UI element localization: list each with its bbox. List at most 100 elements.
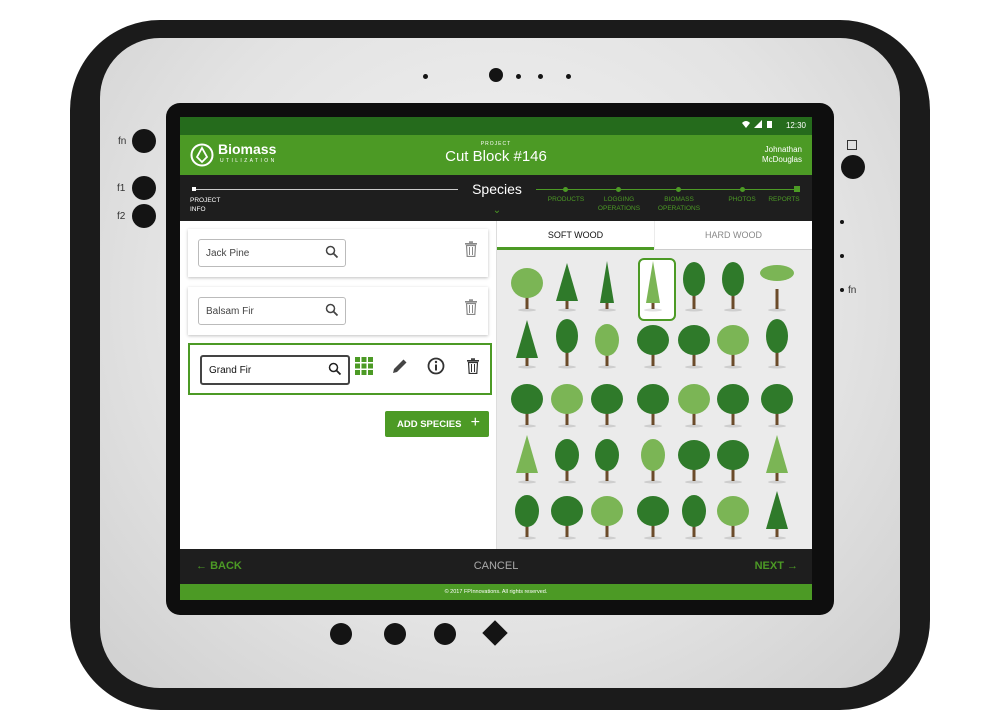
camera-dot (538, 74, 543, 79)
progress-steps: PROJECT INFO Species ⌄ PRODUCTS LOGGING … (180, 175, 812, 221)
tree-option-oval-icon[interactable] (547, 431, 587, 485)
chevron-down-icon[interactable]: ⌄ (490, 205, 504, 216)
tree-option-tall-icon[interactable] (674, 259, 714, 313)
trash-icon[interactable] (464, 241, 478, 257)
user-last-name: McDouglas (761, 155, 802, 164)
f2-button[interactable] (132, 204, 156, 228)
tree-option-round-icon[interactable] (757, 375, 797, 429)
tree-option-round-icon[interactable] (713, 375, 753, 429)
next-button[interactable]: NEXT → (755, 560, 798, 572)
f1-button[interactable] (132, 176, 156, 200)
camera-dot (516, 74, 521, 79)
step-photos[interactable]: PHOTOS (724, 195, 760, 204)
fn-button[interactable] (132, 129, 156, 153)
volume-down-button[interactable] (384, 623, 406, 645)
search-icon[interactable] (328, 362, 342, 376)
step-project-info[interactable]: PROJECT INFO (190, 196, 220, 214)
step-biomass-operations[interactable]: BIOMASS OPERATIONS (652, 195, 706, 213)
step-marker-project-info (192, 187, 196, 191)
camera-dot (566, 74, 571, 79)
scan-button[interactable] (841, 155, 865, 179)
grid-icon[interactable] (355, 357, 373, 375)
tree-option-oval-icon[interactable] (587, 316, 627, 370)
step-project-info-label: PROJECT INFO (190, 197, 221, 213)
app-header: Biomass UTILIZATION PROJECT Cut Block #1… (180, 135, 812, 175)
info-icon[interactable] (427, 357, 445, 375)
species-list-panel: Jack Pine Balsam Fir Grand Fir ADD SPECI… (180, 221, 497, 549)
species-search-field[interactable]: Grand Fir (200, 355, 350, 385)
user-first-name: Johnathan (764, 145, 802, 154)
tree-option-round-icon[interactable] (674, 375, 714, 429)
status-icons (741, 120, 772, 130)
steps-line-todo (536, 189, 798, 190)
search-icon[interactable] (325, 303, 339, 317)
power-button[interactable] (330, 623, 352, 645)
project-title: Cut Block #146 (445, 148, 547, 165)
step-dot-photos (740, 187, 745, 192)
app-screen: 12:30 Biomass UTILIZATION PROJECT Cut Bl… (180, 117, 812, 600)
tree-option-cone-icon[interactable] (757, 431, 797, 485)
step-products[interactable]: PRODUCTS (545, 195, 587, 204)
tree-option-tall-icon[interactable] (547, 316, 587, 370)
next-label: NEXT (754, 560, 784, 572)
trash-icon[interactable] (464, 299, 478, 315)
step-dot-biomass (676, 187, 681, 192)
tree-option-round-icon[interactable] (713, 431, 753, 485)
project-label: PROJECT (480, 141, 512, 147)
tree-option-round-icon[interactable] (587, 375, 627, 429)
step-logging-operations[interactable]: LOGGING OPERATIONS (592, 195, 646, 213)
scan-icon (847, 140, 857, 150)
tree-option-round-icon[interactable] (713, 487, 753, 541)
front-camera (489, 68, 503, 82)
cancel-button[interactable]: CANCEL (180, 560, 812, 572)
tab-hard-wood[interactable]: HARD WOOD (655, 221, 812, 250)
tree-option-round-icon[interactable] (674, 431, 714, 485)
tree-option-round-icon[interactable] (587, 487, 627, 541)
species-search-field[interactable]: Balsam Fir (198, 297, 346, 325)
tree-option-round-icon[interactable] (507, 375, 547, 429)
tree-option-cone-icon[interactable] (507, 431, 547, 485)
tree-option-round-icon[interactable] (633, 316, 673, 370)
tree-option-cone-icon[interactable] (757, 487, 797, 541)
wifi-icon (741, 121, 750, 128)
tree-option-narrow-icon[interactable] (587, 259, 627, 313)
tree-option-cone-icon[interactable] (507, 316, 547, 370)
tree-option-tall-icon[interactable] (757, 316, 797, 370)
tree-option-flat-icon[interactable] (757, 259, 797, 313)
tree-option-round-icon[interactable] (547, 375, 587, 429)
volume-up-button[interactable] (434, 623, 456, 645)
species-row-balsam-fir: Balsam Fir (188, 287, 488, 335)
tree-option-oval-icon[interactable] (633, 431, 673, 485)
tree-option-round-icon[interactable] (507, 259, 547, 313)
copyright-footer: © 2017 FPInnovations. All rights reserve… (180, 584, 812, 600)
tree-option-oval-icon[interactable] (674, 487, 714, 541)
bottom-nav-bar: ← BACK CANCEL NEXT → (180, 549, 812, 584)
side-label-f1: f1 (117, 183, 126, 194)
step-reports[interactable]: REPORTS (764, 195, 804, 204)
steps-line-done (192, 189, 458, 190)
tree-option-oval-icon[interactable] (507, 487, 547, 541)
battery-icon (767, 121, 772, 128)
tree-picker-panel: SOFT WOOD HARD WOOD (497, 221, 812, 549)
tree-option-cone-icon[interactable] (547, 259, 587, 313)
tree-option-narrow-icon[interactable] (633, 259, 673, 313)
search-icon[interactable] (325, 245, 339, 259)
tree-option-tall-icon[interactable] (713, 259, 753, 313)
tree-option-round-icon[interactable] (633, 487, 673, 541)
status-bar: 12:30 (180, 117, 812, 135)
step-dot-products (563, 187, 568, 192)
user-name[interactable]: Johnathan McDouglas (762, 145, 802, 165)
species-name: Grand Fir (209, 365, 252, 376)
tree-option-round-icon[interactable] (547, 487, 587, 541)
edit-pencil-icon[interactable] (391, 357, 409, 375)
tree-option-round-icon[interactable] (674, 316, 714, 370)
tree-option-oval-icon[interactable] (587, 431, 627, 485)
species-search-field[interactable]: Jack Pine (198, 239, 346, 267)
step-dot-logging (616, 187, 621, 192)
tab-soft-wood[interactable]: SOFT WOOD (497, 221, 654, 250)
tree-option-round-icon[interactable] (713, 316, 753, 370)
species-row-jack-pine: Jack Pine (188, 229, 488, 277)
add-species-button[interactable]: ADD SPECIES + (385, 411, 489, 437)
trash-icon[interactable] (466, 358, 480, 374)
tree-option-round-icon[interactable] (633, 375, 673, 429)
